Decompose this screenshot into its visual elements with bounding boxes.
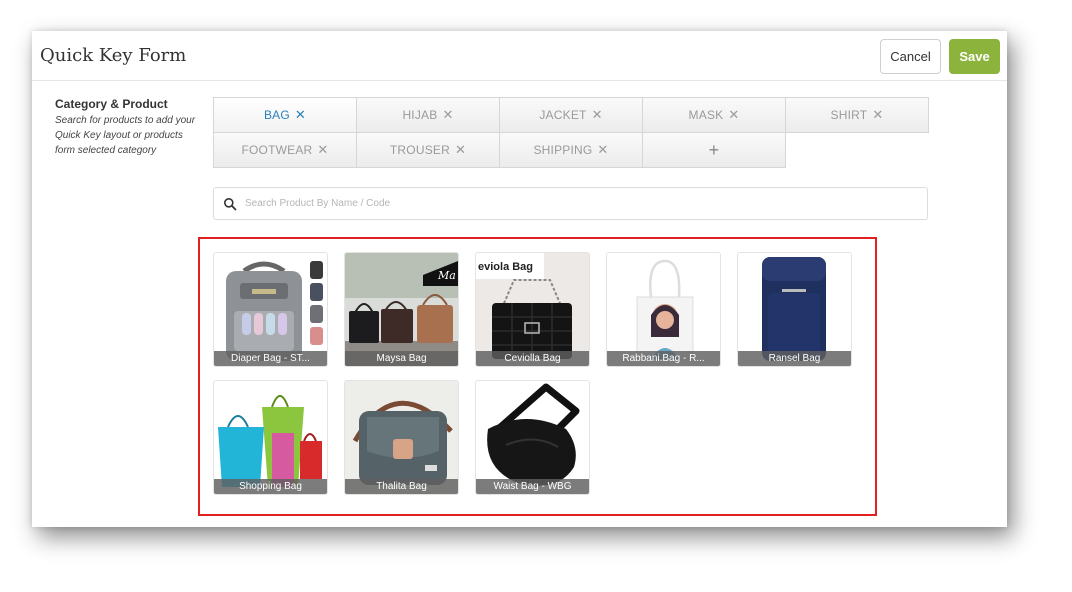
category-tab-mask[interactable]: MASK ✕ — [642, 97, 786, 133]
category-tab-hijab[interactable]: HIJAB ✕ — [356, 97, 500, 133]
product-name: Diaper Bag - ST... — [214, 351, 327, 366]
save-button[interactable]: Save — [949, 39, 1000, 74]
product-card-thalita-bag[interactable]: Thalita Bag — [344, 380, 459, 495]
remove-icon[interactable]: ✕ — [295, 107, 306, 123]
category-product-section: Category & Product Search for products t… — [55, 97, 205, 158]
remove-icon[interactable]: ✕ — [592, 107, 603, 123]
quick-key-form-window: Quick Key Form Cancel Save Category & Pr… — [32, 31, 1007, 527]
category-tab-label: FOOTWEAR — [241, 143, 313, 157]
product-name: Thalita Bag — [345, 479, 458, 494]
product-card-shopping-bag[interactable]: Shopping Bag — [213, 380, 328, 495]
diaper-bag-icon — [214, 253, 327, 366]
category-tabs: BAG ✕ HIJAB ✕ JACKET ✕ MASK ✕ SHIRT ✕ FO… — [213, 97, 929, 168]
remove-icon[interactable]: ✕ — [728, 107, 739, 123]
product-card-ransel-bag[interactable]: Ransel Bag — [737, 252, 852, 367]
category-tab-label: MASK — [688, 108, 724, 122]
product-name: Ceviolla Bag — [476, 351, 589, 366]
tote-bag-icon — [607, 253, 720, 366]
category-tab-label: JACKET — [539, 108, 587, 122]
waist-bag-icon — [476, 381, 589, 494]
category-tab-shirt[interactable]: SHIRT ✕ — [785, 97, 929, 133]
plus-icon: + — [708, 139, 720, 160]
cancel-button[interactable]: Cancel — [880, 39, 941, 74]
remove-icon[interactable]: ✕ — [442, 107, 453, 123]
section-title: Category & Product — [55, 97, 168, 111]
product-card-maysa-bag[interactable]: Ma Maysa Bag — [344, 252, 459, 367]
section-description: Search for products to add your Quick Ke… — [55, 115, 196, 156]
form-header: Quick Key Form Cancel Save — [32, 31, 1007, 81]
category-tab-label: BAG — [263, 108, 290, 122]
add-category-button[interactable]: + — [642, 132, 786, 168]
remove-icon[interactable]: ✕ — [872, 107, 883, 123]
ceviolla-bag-icon: eviola Bag — [476, 253, 589, 366]
remove-icon[interactable]: ✕ — [597, 142, 608, 158]
remove-icon[interactable]: ✕ — [317, 142, 328, 158]
product-name: Ransel Bag — [738, 351, 851, 366]
search-input[interactable] — [245, 198, 927, 209]
product-name: Maysa Bag — [345, 351, 458, 366]
remove-icon[interactable]: ✕ — [455, 142, 466, 158]
category-tab-shipping[interactable]: SHIPPING ✕ — [499, 132, 643, 168]
product-card-waist-bag[interactable]: Waist Bag - WBG — [475, 380, 590, 495]
product-card-diaper-bag[interactable]: Diaper Bag - ST... — [213, 252, 328, 367]
product-card-ceviolla-bag[interactable]: eviola Bag Ceviolla Bag — [475, 252, 590, 367]
category-tab-label: TROUSER — [389, 143, 450, 157]
category-tab-label: SHIRT — [830, 108, 868, 122]
category-tab-footwear[interactable]: FOOTWEAR ✕ — [213, 132, 357, 168]
shopping-bag-icon — [214, 381, 327, 494]
category-tab-jacket[interactable]: JACKET ✕ — [499, 97, 643, 133]
search-icon — [224, 197, 237, 210]
thumb-text: eviola Bag — [478, 261, 533, 273]
category-tab-label: SHIPPING — [533, 143, 593, 157]
thumb-text: Ma — [437, 269, 456, 282]
backpack-icon — [738, 253, 851, 366]
category-tab-label: HIJAB — [402, 108, 438, 122]
thalita-bag-icon — [345, 381, 458, 494]
product-grid: Diaper Bag - ST... Ma Maysa Bag eviola B… — [213, 252, 852, 495]
product-search[interactable] — [213, 187, 928, 220]
maysa-bag-icon: Ma — [345, 253, 458, 366]
product-name: Waist Bag - WBG — [476, 479, 589, 494]
category-tab-bag[interactable]: BAG ✕ — [213, 97, 357, 133]
category-tab-trouser[interactable]: TROUSER ✕ — [356, 132, 500, 168]
page-title: Quick Key Form — [40, 45, 187, 66]
product-name: Shopping Bag — [214, 479, 327, 494]
product-card-rabbani-bag[interactable]: Rabbani.Bag - R... — [606, 252, 721, 367]
product-name: Rabbani.Bag - R... — [607, 351, 720, 366]
